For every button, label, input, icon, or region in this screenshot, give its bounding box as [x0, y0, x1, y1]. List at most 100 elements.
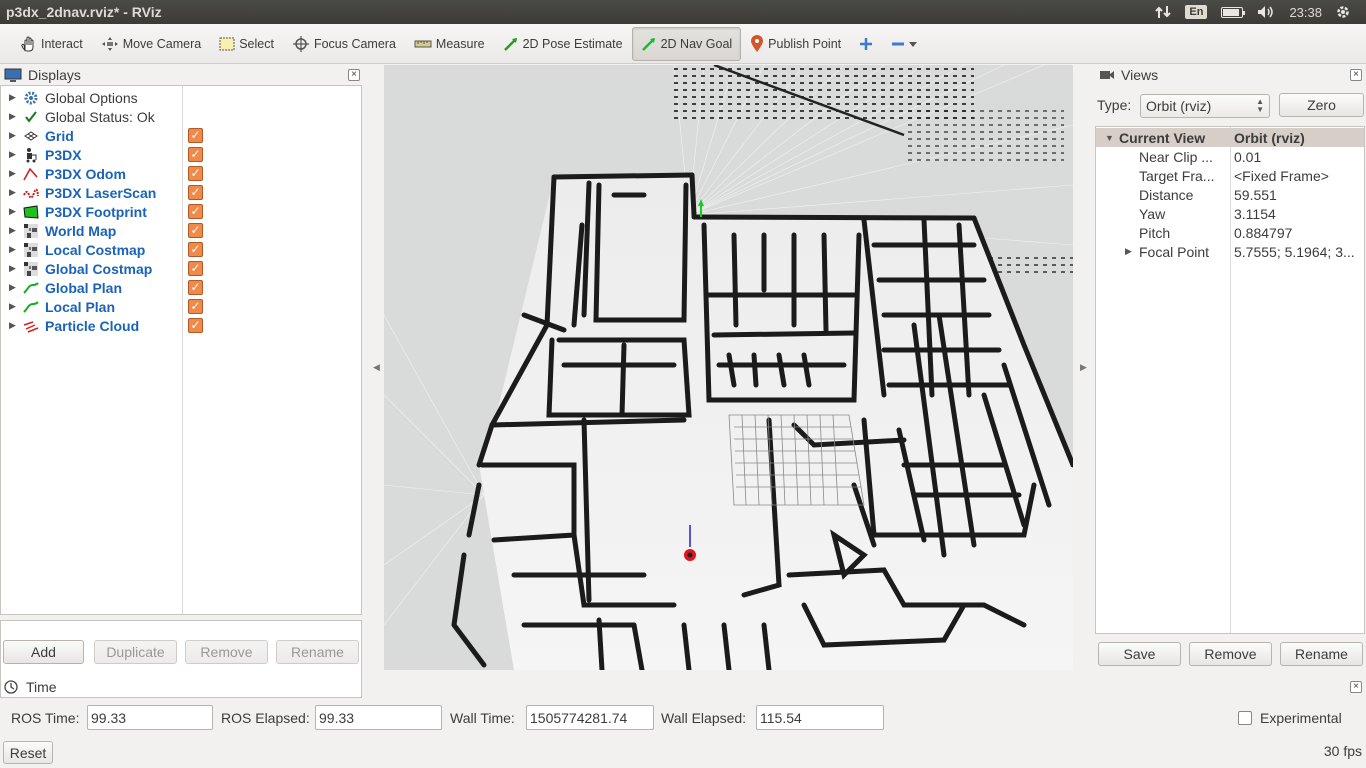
spinner-arrows-icon: ▲ ▼	[1256, 97, 1264, 114]
collapse-right-arrow-icon[interactable]: ▶	[1080, 362, 1087, 373]
expand-arrow-icon[interactable]: ▶	[9, 225, 17, 236]
display-item-p3dx-laserscan[interactable]: ▶ P3DX LaserScan ✓	[1, 183, 361, 202]
expanded-arrow-icon[interactable]: ▼	[1105, 133, 1114, 143]
map-scene	[384, 65, 1073, 670]
battery-icon[interactable]	[1221, 6, 1246, 18]
close-icon[interactable]: ×	[1350, 69, 1362, 81]
ros-time-field[interactable]: 99.33	[87, 705, 213, 730]
view-prop-value[interactable]: 0.884797	[1234, 225, 1364, 241]
displays-button-bar: Add Duplicate Remove Rename	[0, 640, 364, 670]
expand-arrow-icon[interactable]: ▶	[9, 187, 17, 198]
view-prop-yaw[interactable]: Yaw 3.1154	[1096, 204, 1364, 223]
move-camera-tool[interactable]: Move Camera	[92, 27, 211, 61]
enable-checkbox[interactable]: ✓	[188, 147, 203, 162]
enable-checkbox[interactable]: ✓	[188, 166, 203, 181]
enable-checkbox[interactable]: ✓	[188, 223, 203, 238]
remove-view-button[interactable]: Remove	[1189, 642, 1272, 666]
wall-time-field[interactable]: 1505774281.74	[526, 705, 654, 730]
time-panel: Time × ROS Time: 99.33 ROS Elapsed: 99.3…	[0, 676, 1366, 768]
laserscan-icon	[23, 185, 39, 201]
expand-arrow-icon[interactable]: ▶	[9, 301, 17, 312]
close-icon[interactable]: ×	[1350, 681, 1362, 693]
reset-button[interactable]: Reset	[3, 741, 53, 764]
expand-arrow-icon[interactable]: ▶	[9, 111, 17, 122]
hand-icon	[21, 36, 34, 51]
view-prop-value[interactable]: 59.551	[1234, 187, 1364, 203]
render-3d-viewport[interactable]	[384, 65, 1073, 670]
robot-model-icon	[23, 147, 39, 163]
enable-checkbox[interactable]: ✓	[188, 299, 203, 314]
focus-camera-tool[interactable]: Focus Camera	[283, 27, 405, 61]
expand-arrow-icon[interactable]: ▶	[9, 149, 17, 160]
view-prop-near-clip[interactable]: Near Clip ... 0.01	[1096, 147, 1364, 166]
view-type-select[interactable]: Orbit (rviz) ▲ ▼	[1140, 94, 1270, 118]
measure-tool[interactable]: Measure	[405, 27, 494, 61]
expand-arrow-icon[interactable]: ▶	[9, 244, 17, 255]
display-item-world-map[interactable]: ▶ World Map ✓	[1, 221, 361, 240]
rename-view-button[interactable]: Rename	[1280, 642, 1363, 666]
enable-checkbox[interactable]: ✓	[188, 261, 203, 276]
experimental-checkbox[interactable]	[1238, 711, 1252, 725]
current-view-row[interactable]: ▼ Current View Orbit (rviz)	[1096, 128, 1364, 147]
view-prop-value[interactable]: <Fixed Frame>	[1234, 168, 1364, 184]
select-tool[interactable]: Select	[210, 27, 283, 61]
expand-arrow-icon[interactable]: ▶	[9, 92, 17, 103]
enable-checkbox[interactable]: ✓	[188, 318, 203, 333]
pose-array-icon	[23, 318, 39, 334]
display-item-global-costmap[interactable]: ▶ Global Costmap ✓	[1, 259, 361, 278]
collapse-left-arrow-icon[interactable]: ◀	[373, 362, 380, 373]
expand-arrow-icon[interactable]: ▶	[9, 130, 17, 141]
add-tool-button[interactable]	[850, 27, 882, 61]
display-item-grid[interactable]: ▶ Grid ✓	[1, 126, 361, 145]
display-item-p3dx[interactable]: ▶ P3DX ✓	[1, 145, 361, 164]
view-prop-focal-point[interactable]: ▶ Focal Point 5.7555; 5.1964; 3...	[1096, 242, 1364, 261]
enable-checkbox[interactable]: ✓	[188, 185, 203, 200]
enable-checkbox[interactable]: ✓	[188, 242, 203, 257]
wall-elapsed-field[interactable]: 115.54	[756, 705, 884, 730]
ros-elapsed-field[interactable]: 99.33	[315, 705, 442, 730]
display-item-global-status-ok[interactable]: ▶ Global Status: Ok	[1, 107, 361, 126]
display-item-label: Local Plan	[45, 298, 116, 315]
expand-arrow-icon[interactable]: ▶	[9, 320, 17, 331]
enable-checkbox[interactable]: ✓	[188, 280, 203, 295]
remove-display-button[interactable]: Remove	[185, 640, 268, 664]
network-icon[interactable]	[1155, 5, 1172, 19]
move-camera-icon	[101, 36, 118, 51]
measure-icon	[414, 40, 432, 47]
close-icon[interactable]: ×	[348, 69, 360, 81]
display-item-global-plan[interactable]: ▶ Global Plan ✓	[1, 278, 361, 297]
interact-tool[interactable]: Interact	[10, 27, 92, 61]
view-prop-target-fra[interactable]: Target Fra... <Fixed Frame>	[1096, 166, 1364, 185]
expand-arrow-icon[interactable]: ▶	[9, 168, 17, 179]
view-prop-value[interactable]: 5.7555; 5.1964; 3...	[1234, 244, 1364, 260]
save-view-button[interactable]: Save	[1098, 642, 1181, 666]
rename-display-button[interactable]: Rename	[276, 640, 359, 664]
pose-estimate-tool[interactable]: 2D Pose Estimate	[494, 27, 632, 61]
zero-button[interactable]: Zero	[1279, 93, 1364, 117]
power-gear-icon[interactable]	[1336, 5, 1350, 19]
clock[interactable]: 23:38	[1289, 5, 1322, 20]
display-item-p3dx-odom[interactable]: ▶ P3DX Odom ✓	[1, 164, 361, 183]
enable-checkbox[interactable]: ✓	[188, 128, 203, 143]
view-prop-pitch[interactable]: Pitch 0.884797	[1096, 223, 1364, 242]
expand-arrow-icon[interactable]: ▶	[1125, 246, 1132, 257]
expand-arrow-icon[interactable]: ▶	[9, 206, 17, 217]
publish-point-tool[interactable]: Publish Point	[741, 27, 850, 61]
expand-arrow-icon[interactable]: ▶	[9, 282, 17, 293]
display-item-global-options[interactable]: ▶ Global Options	[1, 88, 361, 107]
volume-icon[interactable]	[1257, 5, 1275, 19]
keyboard-layout-indicator[interactable]: En	[1185, 5, 1208, 19]
add-display-button[interactable]: Add	[3, 640, 84, 664]
view-prop-value[interactable]: 3.1154	[1234, 206, 1364, 222]
enable-checkbox[interactable]: ✓	[188, 204, 203, 219]
duplicate-display-button[interactable]: Duplicate	[94, 640, 177, 664]
display-item-local-plan[interactable]: ▶ Local Plan ✓	[1, 297, 361, 316]
display-item-local-costmap[interactable]: ▶ Local Costmap ✓	[1, 240, 361, 259]
remove-tool-button[interactable]	[882, 27, 926, 61]
view-prop-value[interactable]: 0.01	[1234, 149, 1364, 165]
display-item-p3dx-footprint[interactable]: ▶ P3DX Footprint ✓	[1, 202, 361, 221]
nav-goal-tool[interactable]: 2D Nav Goal	[631, 26, 742, 61]
display-item-particle-cloud[interactable]: ▶ Particle Cloud ✓	[1, 316, 361, 335]
expand-arrow-icon[interactable]: ▶	[9, 263, 17, 274]
view-prop-distance[interactable]: Distance 59.551	[1096, 185, 1364, 204]
